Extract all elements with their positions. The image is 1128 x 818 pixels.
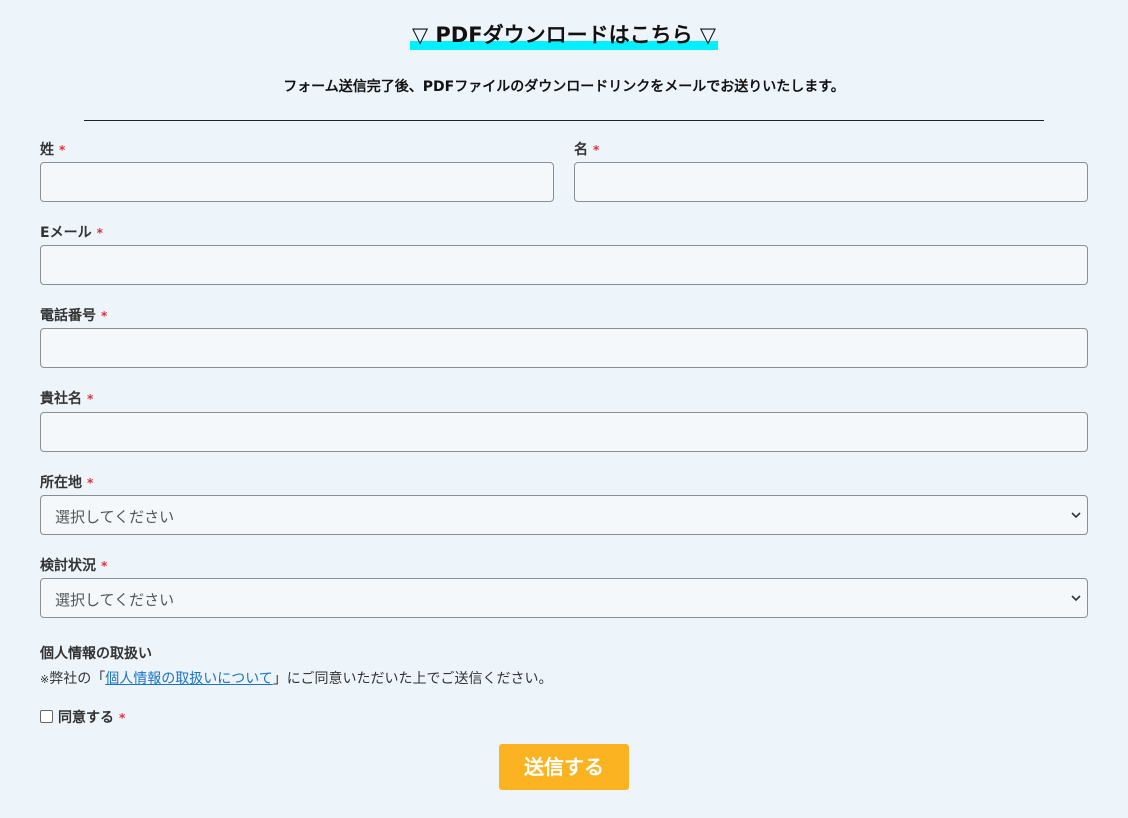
email-input[interactable] <box>40 245 1088 285</box>
company-label-text: 貴社名 <box>40 391 82 407</box>
email-label-text: Eメール <box>40 225 92 241</box>
first-name-label: 名 * <box>574 141 599 159</box>
page-subtitle: フォーム送信完了後、PDFファイルのダウンロードリンクをメールでお送りいたします… <box>283 79 845 95</box>
phone-input[interactable] <box>40 328 1088 368</box>
divider <box>84 120 1044 121</box>
email-label: Eメール * <box>40 224 103 242</box>
required-mark: * <box>96 226 103 240</box>
location-select-value: 選択してください <box>55 508 175 526</box>
status-select-value: 選択してください <box>55 591 175 609</box>
chevron-down-icon <box>1071 595 1081 602</box>
note-mark: ※ <box>40 673 50 686</box>
agree-label[interactable]: 同意する * <box>58 707 125 727</box>
privacy-note-suffix: 」にご同意いただいた上でご送信ください。 <box>272 671 553 687</box>
privacy-note: ※弊社の「個人情報の取扱いについて」にご同意いただいた上でご送信ください。 <box>40 668 553 688</box>
required-mark: * <box>593 143 600 157</box>
agree-checkbox[interactable] <box>40 710 53 723</box>
required-mark: * <box>87 392 94 406</box>
last-name-label: 姓 * <box>40 141 65 159</box>
heading-container: ▽ PDFダウンロードはこちら ▽ <box>0 20 1128 50</box>
first-name-input[interactable] <box>574 162 1088 202</box>
location-label-text: 所在地 <box>40 475 82 491</box>
required-mark: * <box>101 309 108 323</box>
location-label: 所在地 * <box>40 474 93 492</box>
agree-label-text: 同意する <box>58 710 114 726</box>
privacy-title: 個人情報の取扱い <box>40 646 152 662</box>
last-name-label-text: 姓 <box>40 142 54 158</box>
required-mark: * <box>119 711 126 725</box>
location-select[interactable]: 選択してください <box>40 495 1088 535</box>
required-mark: * <box>59 143 66 157</box>
status-select[interactable]: 選択してください <box>40 578 1088 618</box>
company-label: 貴社名 * <box>40 390 93 408</box>
last-name-input[interactable] <box>40 162 554 202</box>
status-label-text: 検討状況 <box>40 558 96 574</box>
phone-label-text: 電話番号 <box>40 308 96 324</box>
chevron-down-icon <box>1071 512 1081 519</box>
company-input[interactable] <box>40 412 1088 452</box>
privacy-policy-link[interactable]: 個人情報の取扱いについて <box>105 671 273 687</box>
submit-button[interactable]: 送信する <box>499 744 629 790</box>
privacy-note-prefix: 弊社の「 <box>49 671 106 687</box>
required-mark: * <box>87 476 94 490</box>
phone-label: 電話番号 * <box>40 307 107 325</box>
required-mark: * <box>101 559 108 573</box>
first-name-label-text: 名 <box>574 142 588 158</box>
status-label: 検討状況 * <box>40 557 107 575</box>
page-title: ▽ PDFダウンロードはこちら ▽ <box>409 20 719 50</box>
